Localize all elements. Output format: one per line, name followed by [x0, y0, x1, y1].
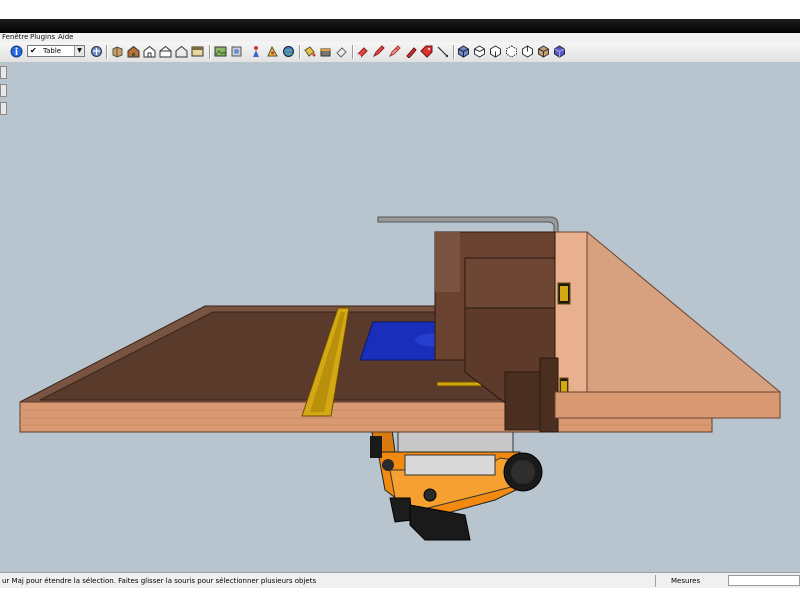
house-wire-icon[interactable] — [175, 45, 188, 58]
eraser-icon[interactable] — [335, 45, 348, 58]
chevron-down-icon[interactable]: ▼ — [74, 46, 84, 56]
top-view-icon[interactable] — [473, 45, 486, 58]
menu-aide[interactable]: Aide — [58, 33, 73, 42]
paint-bucket-icon[interactable] — [303, 45, 316, 58]
position-camera-icon[interactable] — [266, 45, 279, 58]
router-table-model — [19, 216, 781, 541]
title-band — [0, 19, 800, 33]
right-view-icon[interactable] — [505, 45, 518, 58]
measure-label: Mesures — [671, 577, 701, 585]
menu-plugins[interactable]: Plugins — [30, 33, 55, 42]
toolbar-separator — [453, 45, 455, 59]
3d-viewport[interactable] — [0, 62, 800, 572]
paint-can-icon[interactable] — [319, 45, 332, 58]
photo-export-icon[interactable] — [214, 45, 227, 58]
components-icon[interactable] — [90, 45, 103, 58]
model-export-icon[interactable] — [230, 45, 243, 58]
top-blank-area — [0, 0, 800, 19]
tag-icon[interactable] — [420, 45, 433, 58]
router-motor — [370, 418, 543, 541]
status-bar: ur Maj pour étendre la sélection. Faites… — [0, 572, 800, 589]
pencil-pink-icon[interactable] — [388, 45, 401, 58]
info-icon[interactable] — [10, 45, 23, 58]
wireframe-style-icon[interactable] — [537, 45, 550, 58]
status-hint: ur Maj pour étendre la sélection. Faites… — [2, 577, 317, 585]
toolbar-separator — [209, 45, 211, 59]
window-icon[interactable] — [191, 45, 204, 58]
house-front-icon[interactable] — [159, 45, 172, 58]
textured-style-icon[interactable] — [553, 45, 566, 58]
pencil-red-icon[interactable] — [372, 45, 385, 58]
tape-red-icon[interactable] — [404, 45, 417, 58]
toolbar-separator — [106, 45, 108, 59]
status-divider — [655, 575, 656, 587]
toolbar: ✔ Table ▼ — [0, 42, 800, 63]
house-outline-icon[interactable] — [143, 45, 156, 58]
iso-view-icon[interactable] — [457, 45, 470, 58]
front-view-icon[interactable] — [489, 45, 502, 58]
bottom-blank-area — [0, 588, 800, 600]
check-icon: ✔ — [30, 46, 37, 55]
toolbar-separator — [352, 45, 354, 59]
house-icon[interactable] — [127, 45, 140, 58]
back-view-icon[interactable] — [521, 45, 534, 58]
layer-select[interactable]: ✔ Table ▼ — [27, 45, 85, 57]
figure-icon[interactable] — [250, 45, 263, 58]
layer-select-value: Table — [43, 47, 62, 55]
menu-fenetre[interactable]: Fenêtre — [2, 33, 28, 42]
move-object-icon[interactable] — [111, 45, 124, 58]
eraser-red-icon[interactable] — [356, 45, 369, 58]
measure-input[interactable] — [728, 575, 800, 586]
globe-icon[interactable] — [282, 45, 295, 58]
toolbar-separator — [299, 45, 301, 59]
dimension-icon[interactable] — [436, 45, 449, 58]
